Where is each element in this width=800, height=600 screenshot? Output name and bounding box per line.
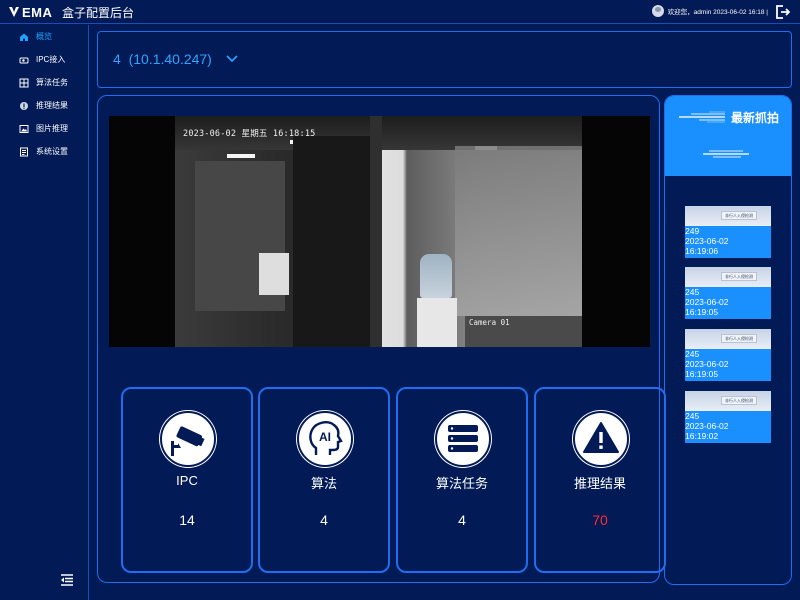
video-timestamp: 2023-06-02 星期五 16:18:15 — [183, 129, 316, 139]
sidebar-item-overview[interactable]: 概览 — [0, 25, 88, 48]
svg-text:AI: AI — [319, 430, 331, 444]
stat-label: 算法 — [310, 476, 337, 491]
snapshot-info: 245 2023-06-02 16:19:05 — [685, 287, 771, 317]
camera-icon — [19, 57, 29, 63]
snapshot-thumbnail: 非行人入侵检测 — [685, 391, 771, 411]
stat-label: IPC — [176, 473, 198, 488]
menu-collapse-icon[interactable] — [60, 574, 74, 586]
server-stack-icon — [434, 410, 492, 468]
snapshot-date: 2023-06-02 — [685, 359, 729, 369]
snapshot-item[interactable]: 非行人入侵检测 245 2023-06-02 16:19:05 — [685, 267, 771, 319]
logo-text: EMA — [22, 4, 53, 20]
speed-lines-icon — [679, 111, 725, 123]
stat-label: 算法任务 — [435, 476, 488, 491]
snapshot-info: 245 2023-06-02 16:19:02 — [685, 411, 771, 441]
overview-panel: 2023-06-02 星期五 16:18:15 Camera 01 IPC 14 — [97, 95, 666, 583]
video-frame — [175, 116, 582, 347]
sidebar-item-label: 推理结果 — [36, 101, 68, 110]
snapshot-thumbnail: 非行人入侵检测 — [685, 267, 771, 287]
image-icon — [19, 124, 29, 133]
snapshot-time: 16:19:02 — [685, 431, 719, 441]
stat-card-ipc[interactable]: IPC 14 — [121, 387, 253, 573]
snapshot-id: 245 — [685, 411, 700, 421]
sidebar-item-algorithm-tasks[interactable]: 算法任务 — [0, 71, 88, 94]
snapshot-info: 249 2023-06-02 16:19:06 — [685, 226, 771, 256]
sidebar-item-results[interactable]: 推理结果 — [0, 94, 88, 117]
snapshot-item[interactable]: 非行人入侵检测 245 2023-06-02 16:19:02 — [685, 391, 771, 443]
snapshot-tag: 非行人入侵检测 — [721, 272, 757, 281]
sidebar-item-image-inference[interactable]: 图片推理 — [0, 117, 88, 140]
camera-select-value: 4 (10.1.40.247) — [113, 51, 212, 67]
stat-card-algorithm-tasks[interactable]: 算法任务 4 — [396, 387, 528, 573]
user-area: 欢迎您，admin 2023-06-02 16:18 | — [651, 5, 768, 17]
snapshot-tag: 非行人入侵检测 — [721, 396, 757, 405]
warning-icon — [572, 410, 630, 468]
settings-icon — [20, 147, 28, 156]
snapshot-date: 2023-06-02 — [685, 421, 729, 431]
latest-snapshots-panel: 最新抓拍 非行人入侵检测 249 2023-06-02 16:19:06 非行人… — [664, 95, 792, 585]
stat-value: 70 — [592, 512, 608, 528]
live-video[interactable]: 2023-06-02 星期五 16:18:15 Camera 01 — [109, 116, 650, 347]
app-root: EMA 盒子配置后台 欢迎您，admin 2023-06-02 16:18 | … — [0, 0, 800, 600]
sidebar-item-settings[interactable]: 系统设置 — [0, 140, 88, 163]
sidebar: 概览 IPC接入 算法任务 推理结果 图片推理 系统设置 — [0, 25, 89, 600]
avatar[interactable] — [651, 5, 664, 17]
snapshot-time: 16:19:05 — [685, 307, 719, 317]
snapshot-id: 249 — [685, 226, 700, 236]
camera-select[interactable]: 4 (10.1.40.247) — [113, 51, 238, 67]
video-camera-label: Camera 01 — [469, 318, 510, 327]
sidebar-item-label: 系统设置 — [36, 147, 68, 156]
snapshot-id: 245 — [685, 287, 700, 297]
stat-value: 14 — [179, 512, 195, 528]
home-icon — [20, 33, 28, 41]
snapshot-item[interactable]: 非行人入侵检测 245 2023-06-02 16:19:05 — [685, 329, 771, 381]
app-title: 盒子配置后台 — [62, 6, 135, 20]
snapshot-date: 2023-06-02 — [685, 297, 729, 307]
snapshot-time: 16:19:05 — [685, 369, 719, 379]
snapshot-id: 245 — [685, 349, 700, 359]
grid-icon — [19, 78, 29, 87]
top-header: EMA 盒子配置后台 欢迎您，admin 2023-06-02 16:18 | — [0, 0, 800, 24]
snapshot-tag: 非行人入侵检测 — [721, 334, 757, 343]
chevron-down-icon — [226, 55, 238, 63]
snapshot-thumbnail: 非行人入侵检测 — [685, 329, 771, 349]
cctv-icon — [159, 410, 217, 468]
snapshot-info: 245 2023-06-02 16:19:05 — [685, 349, 771, 379]
ai-head-icon: AI — [296, 410, 354, 468]
camera-selector-panel: 4 (10.1.40.247) — [97, 31, 792, 88]
latest-snapshots-header: 最新抓拍 — [665, 96, 791, 176]
sidebar-item-label: 概览 — [36, 32, 52, 41]
sidebar-item-label: 图片推理 — [36, 124, 68, 133]
snapshot-tag: 非行人入侵检测 — [721, 211, 757, 220]
sidebar-item-label: 算法任务 — [36, 78, 68, 87]
snapshot-date: 2023-06-02 — [685, 236, 729, 246]
speed-lines-icon — [703, 150, 749, 158]
sidebar-item-label: IPC接入 — [36, 55, 66, 64]
result-icon — [20, 101, 28, 110]
stat-card-algorithm[interactable]: AI 算法 4 — [258, 387, 390, 573]
welcome-text: 欢迎您，admin 2023-06-02 16:18 | — [667, 9, 768, 16]
stat-card-results[interactable]: 推理结果 70 — [534, 387, 666, 573]
logo: EMA — [8, 4, 53, 20]
stat-value: 4 — [320, 512, 328, 528]
snapshot-thumbnail: 非行人入侵检测 — [685, 206, 771, 226]
latest-snapshots-title: 最新抓拍 — [731, 111, 780, 125]
sidebar-item-ipc[interactable]: IPC接入 — [0, 48, 88, 71]
snapshot-item[interactable]: 非行人入侵检测 249 2023-06-02 16:19:06 — [685, 206, 771, 258]
logout-icon[interactable] — [774, 4, 790, 20]
stat-value: 4 — [458, 512, 466, 528]
stat-label: 推理结果 — [573, 476, 626, 491]
snapshot-time: 16:19:06 — [685, 246, 719, 256]
logo-mark-icon — [9, 7, 19, 17]
